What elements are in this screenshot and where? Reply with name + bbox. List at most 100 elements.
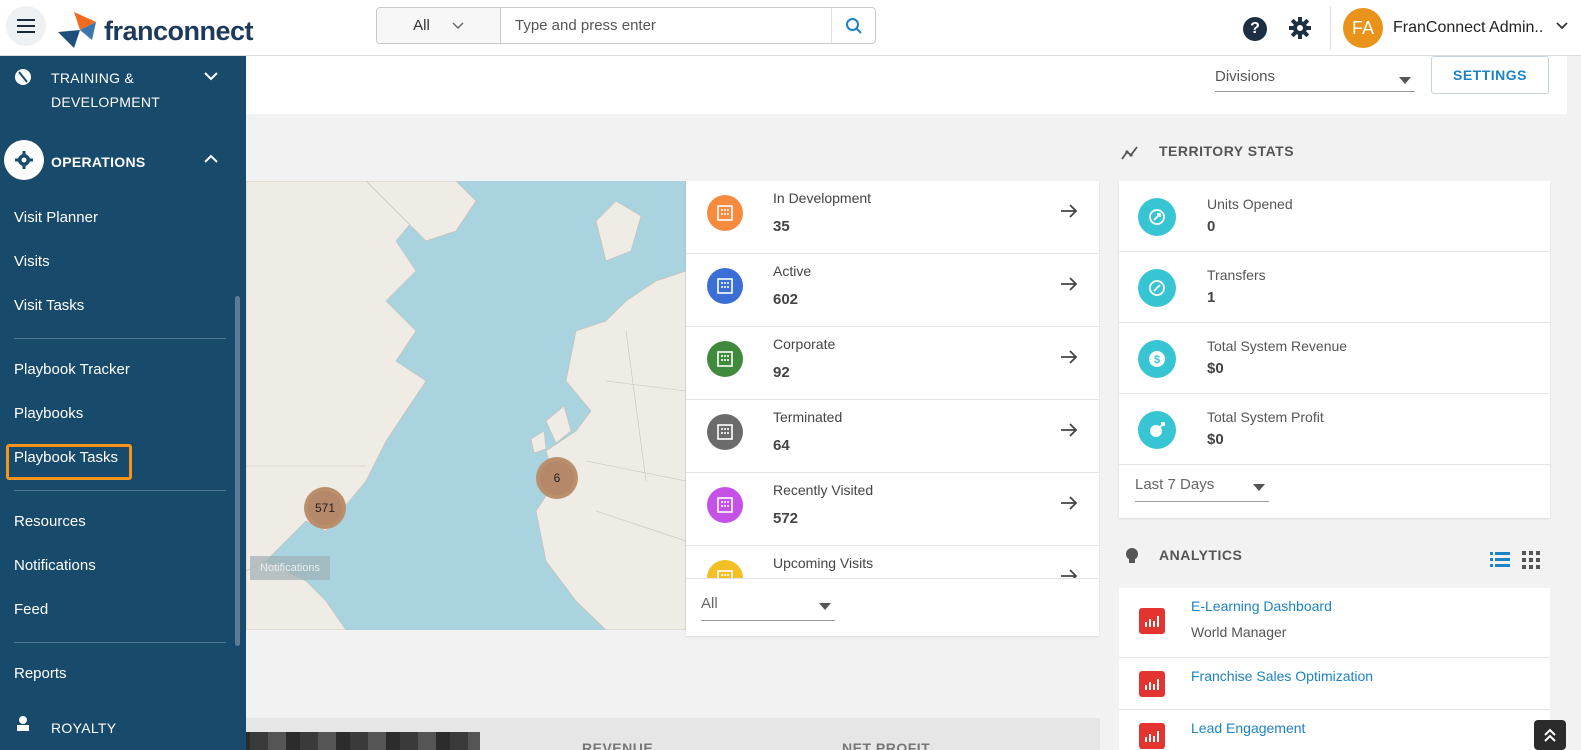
franconnect-logo[interactable]: franconnect xyxy=(56,10,254,52)
territory-row-total-system-profit: Total System Profit $0 xyxy=(1119,394,1550,465)
status-row-recently-visited[interactable]: Recently Visited 572 xyxy=(686,473,1099,546)
gear-icon[interactable] xyxy=(1288,16,1312,40)
sidebar-item-reports[interactable]: Reports xyxy=(14,665,67,682)
status-filter-value: All xyxy=(701,595,718,612)
territory-date-filter-select[interactable]: Last 7 Days xyxy=(1135,476,1269,502)
grid-view-icon[interactable] xyxy=(1522,551,1540,569)
caret-down-icon xyxy=(1399,77,1411,84)
store-icon xyxy=(1138,198,1176,236)
chevron-down-icon[interactable] xyxy=(1556,22,1568,30)
building-icon xyxy=(707,268,743,304)
status-filter-select[interactable]: All xyxy=(701,595,835,621)
arrow-right-icon[interactable] xyxy=(1060,203,1078,219)
trend-line-icon xyxy=(1121,146,1138,160)
search-scope-select[interactable]: All xyxy=(377,8,501,43)
profit-icon xyxy=(1138,411,1176,449)
bar-chart-icon xyxy=(1139,608,1165,634)
settings-button[interactable]: SETTINGS xyxy=(1431,56,1549,94)
status-value: 35 xyxy=(773,218,790,235)
territory-label: Transfers xyxy=(1207,267,1266,283)
search-scope-value: All xyxy=(413,17,430,34)
territory-row-total-system-revenue: $ Total System Revenue $0 xyxy=(1119,323,1550,394)
status-label: Corporate xyxy=(773,336,836,352)
status-row-in-development[interactable]: In Development 35 xyxy=(686,181,1099,254)
bar-chart-icon xyxy=(1139,723,1165,749)
avatar[interactable]: FA xyxy=(1343,8,1383,48)
chevron-down-icon[interactable] xyxy=(204,72,218,81)
caret-down-icon xyxy=(1253,484,1265,491)
arrow-right-icon[interactable] xyxy=(1060,422,1078,438)
status-row-corporate[interactable]: Corporate 92 xyxy=(686,327,1099,400)
building-icon xyxy=(707,341,743,377)
arrow-right-icon[interactable] xyxy=(1060,276,1078,292)
gear-icon xyxy=(15,151,33,169)
analytics-row[interactable]: Franchise Sales Optimization xyxy=(1119,658,1550,710)
scroll-to-top-button[interactable] xyxy=(1534,720,1566,750)
sidebar-divider xyxy=(14,490,226,491)
chevron-up-icon[interactable] xyxy=(204,154,218,163)
net-profit-label: NET PROFIT xyxy=(842,740,931,750)
help-icon[interactable]: ? xyxy=(1243,17,1267,41)
user-name[interactable]: FranConnect Admin... xyxy=(1393,19,1543,37)
sidebar-item-playbook-tracker[interactable]: Playbook Tracker xyxy=(14,361,130,378)
territory-row-transfers: Transfers 1 xyxy=(1119,252,1550,323)
list-view-icon[interactable] xyxy=(1490,551,1510,569)
royalty-label: ROYALTY xyxy=(51,720,117,736)
transfer-icon xyxy=(1138,269,1176,307)
global-search: All xyxy=(376,7,876,44)
arrow-right-icon[interactable] xyxy=(1060,568,1078,578)
arrow-right-icon[interactable] xyxy=(1060,495,1078,511)
divisions-value: Divisions xyxy=(1215,68,1276,85)
sidebar-divider xyxy=(14,642,226,643)
sidebar-item-playbook-tasks[interactable]: Playbook Tasks xyxy=(14,449,118,466)
locations-map[interactable]: 6 571 Notifications xyxy=(246,181,686,630)
building-icon xyxy=(707,414,743,450)
status-value: 92 xyxy=(773,364,790,381)
franconnect-logo-mark-icon xyxy=(58,12,96,48)
search-input[interactable] xyxy=(501,8,831,43)
hamburger-menu-icon[interactable] xyxy=(6,6,46,46)
sidebar-scrollbar[interactable] xyxy=(235,296,240,646)
divisions-select[interactable]: Divisions xyxy=(1215,68,1415,92)
royalty-icon xyxy=(17,716,29,731)
arrow-right-icon[interactable] xyxy=(1060,349,1078,365)
analytics-link[interactable]: E-Learning Dashboard xyxy=(1191,598,1332,614)
sidebar: TRAINING & DEVELOPMENT OPERATIONS Visit … xyxy=(0,56,246,750)
building-icon xyxy=(707,195,743,231)
territory-label: Total System Revenue xyxy=(1207,338,1348,354)
status-value: 602 xyxy=(773,291,799,308)
location-status-panel: In Development 35 Active 602 Corporate 9… xyxy=(686,181,1099,636)
sidebar-item-visit-planner[interactable]: Visit Planner xyxy=(14,209,98,226)
analytics-row[interactable]: E-Learning Dashboard World Manager xyxy=(1119,588,1550,658)
analytics-panel: E-Learning Dashboard World Manager Franc… xyxy=(1119,588,1550,750)
sidebar-section-label: TRAINING & DEVELOPMENT xyxy=(51,66,160,114)
map-cluster[interactable]: 6 xyxy=(536,457,578,499)
status-row-active[interactable]: Active 602 xyxy=(686,254,1099,327)
operations-label: OPERATIONS xyxy=(51,154,146,170)
status-row-upcoming-visits[interactable]: Upcoming Visits xyxy=(686,546,1099,578)
brand-name: franconnect xyxy=(104,15,254,46)
status-value: 64 xyxy=(773,437,790,454)
sidebar-item-resources[interactable]: Resources xyxy=(14,513,86,530)
sidebar-item-visits[interactable]: Visits xyxy=(14,253,50,270)
sidebar-divider xyxy=(14,338,226,339)
sidebar-item-feed[interactable]: Feed xyxy=(14,601,48,618)
analytics-link[interactable]: Lead Engagement xyxy=(1191,720,1305,736)
double-chevron-up-icon xyxy=(1544,728,1556,742)
analytics-link[interactable]: Franchise Sales Optimization xyxy=(1191,668,1373,684)
search-button[interactable] xyxy=(831,8,875,43)
territory-stats-title: TERRITORY STATS xyxy=(1159,143,1295,159)
status-row-terminated[interactable]: Terminated 64 xyxy=(686,400,1099,473)
territory-label: Total System Profit xyxy=(1207,409,1324,425)
map-cluster[interactable]: 571 xyxy=(304,487,346,529)
building-icon xyxy=(707,560,743,578)
territory-stats-panel: Units Opened 0 Transfers 1 $ Total Syste… xyxy=(1119,181,1550,518)
analytics-row[interactable]: Lead Engagement xyxy=(1119,710,1550,750)
territory-value: $0 xyxy=(1207,360,1224,377)
training-icon xyxy=(15,69,31,85)
search-icon xyxy=(845,17,862,34)
sidebar-item-visit-tasks[interactable]: Visit Tasks xyxy=(14,297,84,314)
sidebar-item-playbooks[interactable]: Playbooks xyxy=(14,405,83,422)
sidebar-item-notifications[interactable]: Notifications xyxy=(14,557,96,574)
territory-row-units-opened: Units Opened 0 xyxy=(1119,181,1550,252)
